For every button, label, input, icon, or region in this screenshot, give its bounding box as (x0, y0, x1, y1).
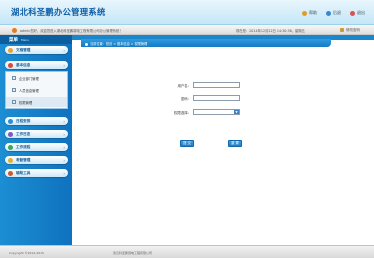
submenu-item-label: 人员信息管理 (19, 88, 39, 93)
sidebar-item-workflow[interactable]: 工作流程 › (5, 143, 68, 151)
home-icon (85, 42, 88, 46)
back-icon (326, 10, 331, 16)
back-label: 后退 (333, 10, 341, 15)
welcome-text: admin您好，欢迎您进入湖北科圣鹏弱电工程有限公司办公管理系统！ (20, 29, 123, 33)
key-icon (12, 100, 16, 104)
clock-icon (8, 157, 13, 163)
breadcrumb: 当前位置：首页 > 基本信息 > 权限管理 (81, 39, 331, 47)
header: 湖北科圣鹏办公管理系统 帮助 后退 退出 (0, 0, 374, 25)
sidebar-item-documents[interactable]: 文档管理 › (5, 46, 68, 54)
department-icon (12, 76, 16, 80)
chevron-right-icon: › (63, 118, 65, 124)
change-password-link[interactable]: 修改密码 (340, 28, 360, 33)
sidebar-item-attendance[interactable]: 考勤管理 › (5, 156, 68, 164)
sidebar-item-label: 辅助工具 (16, 171, 31, 175)
role-select[interactable]: ▼ (193, 109, 240, 115)
person-icon (12, 88, 16, 92)
company-name: 武汉科圣鹏弱电工程有限公司 (113, 251, 153, 255)
submenu-item-label: 企业部门管理 (19, 76, 39, 81)
password-row: 密码： (167, 95, 240, 101)
chevron-right-icon: › (63, 47, 65, 53)
sidebar-item-tools[interactable]: 辅助工具 › (5, 169, 68, 177)
sidebar-item-basic-info[interactable]: 基本信息 › (5, 61, 68, 69)
breadcrumb-text: 当前位置：首页 > 基本信息 > 权限管理 (85, 41, 147, 46)
reset-button[interactable]: 重 置 (228, 140, 242, 147)
submenu-item-departments[interactable]: 企业部门管理 (6, 73, 67, 83)
sidebar-header: 菜单 Menu (0, 35, 72, 44)
log-icon (8, 131, 13, 137)
sidebar-item-label: 基本信息 (16, 63, 31, 67)
menu-subtitle: Menu (21, 38, 30, 42)
info-icon (8, 62, 13, 68)
user-icon (12, 27, 17, 33)
sidebar-item-schedule[interactable]: 日程安排 › (5, 117, 68, 125)
submenu-item-label: 权限管理 (19, 100, 33, 105)
chevron-right-icon: › (63, 157, 65, 163)
submenu-item-permissions[interactable]: 权限管理 (6, 97, 67, 107)
copyright-text: Copyright ©2014-2015 (9, 251, 44, 255)
chevron-right-icon: › (63, 144, 65, 150)
chevron-right-icon: › (63, 170, 65, 176)
sidebar-item-label: 日程安排 (16, 119, 31, 123)
username-field[interactable] (193, 82, 240, 88)
username-label: 用户名： (177, 83, 191, 88)
sidebar-item-label: 考勤管理 (16, 158, 31, 162)
password-field[interactable] (193, 95, 240, 101)
chevron-down-icon: › (63, 62, 65, 68)
workflow-icon (8, 144, 13, 150)
app-title: 湖北科圣鹏办公管理系统 (11, 7, 106, 17)
logout-link[interactable]: 退出 (350, 10, 365, 16)
footer: Copyright ©2014-2015 武汉科圣鹏弱电工程有限公司 (0, 245, 374, 258)
sidebar-item-label: 文档管理 (16, 48, 31, 52)
info-bar: admin您好，欢迎您进入湖北科圣鹏弱电工程有限公司办公管理系统！ 现在是：20… (0, 25, 374, 35)
menu-title: 菜单 (9, 38, 18, 43)
sidebar: 菜单 Menu 文档管理 › 基本信息 › 企业部门管理 人员信息管理 权限管理… (0, 35, 72, 245)
help-label: 帮助 (309, 10, 317, 15)
calendar-icon (8, 118, 13, 124)
main-content: 当前位置：首页 > 基本信息 > 权限管理 用户名： 密码： 权限选择： ▼ 提… (72, 35, 374, 245)
logout-label: 退出 (357, 10, 365, 15)
top-links: 帮助 后退 退出 (302, 10, 365, 16)
chevron-right-icon: › (63, 131, 65, 137)
sidebar-item-label: 工作流程 (16, 145, 31, 149)
help-link[interactable]: 帮助 (302, 10, 317, 16)
submenu-basic-info: 企业部门管理 人员信息管理 权限管理 (5, 71, 68, 109)
sidebar-item-worklog[interactable]: 工作日志 › (5, 130, 68, 138)
username-row: 用户名： (167, 82, 240, 88)
document-icon (8, 47, 13, 53)
submit-button[interactable]: 提 交 (180, 140, 194, 147)
help-icon (302, 10, 307, 16)
submenu-item-personnel[interactable]: 人员信息管理 (6, 85, 67, 95)
password-label: 密码： (180, 96, 191, 101)
role-row: 权限选择： ▼ (167, 109, 240, 115)
tools-icon (8, 170, 13, 176)
role-label: 权限选择： (174, 110, 191, 115)
datetime-text: 现在是：2014年12月22日 14:30:36，星期五 (236, 29, 305, 33)
dropdown-arrow-icon: ▼ (234, 110, 239, 114)
change-password-label: 修改密码 (346, 27, 360, 32)
logout-icon (350, 10, 355, 16)
lock-icon (340, 28, 344, 32)
breadcrumb-label: 当前位置：首页 > 基本信息 > 权限管理 (90, 42, 148, 46)
back-link[interactable]: 后退 (326, 10, 341, 16)
sidebar-item-label: 工作日志 (16, 132, 31, 136)
